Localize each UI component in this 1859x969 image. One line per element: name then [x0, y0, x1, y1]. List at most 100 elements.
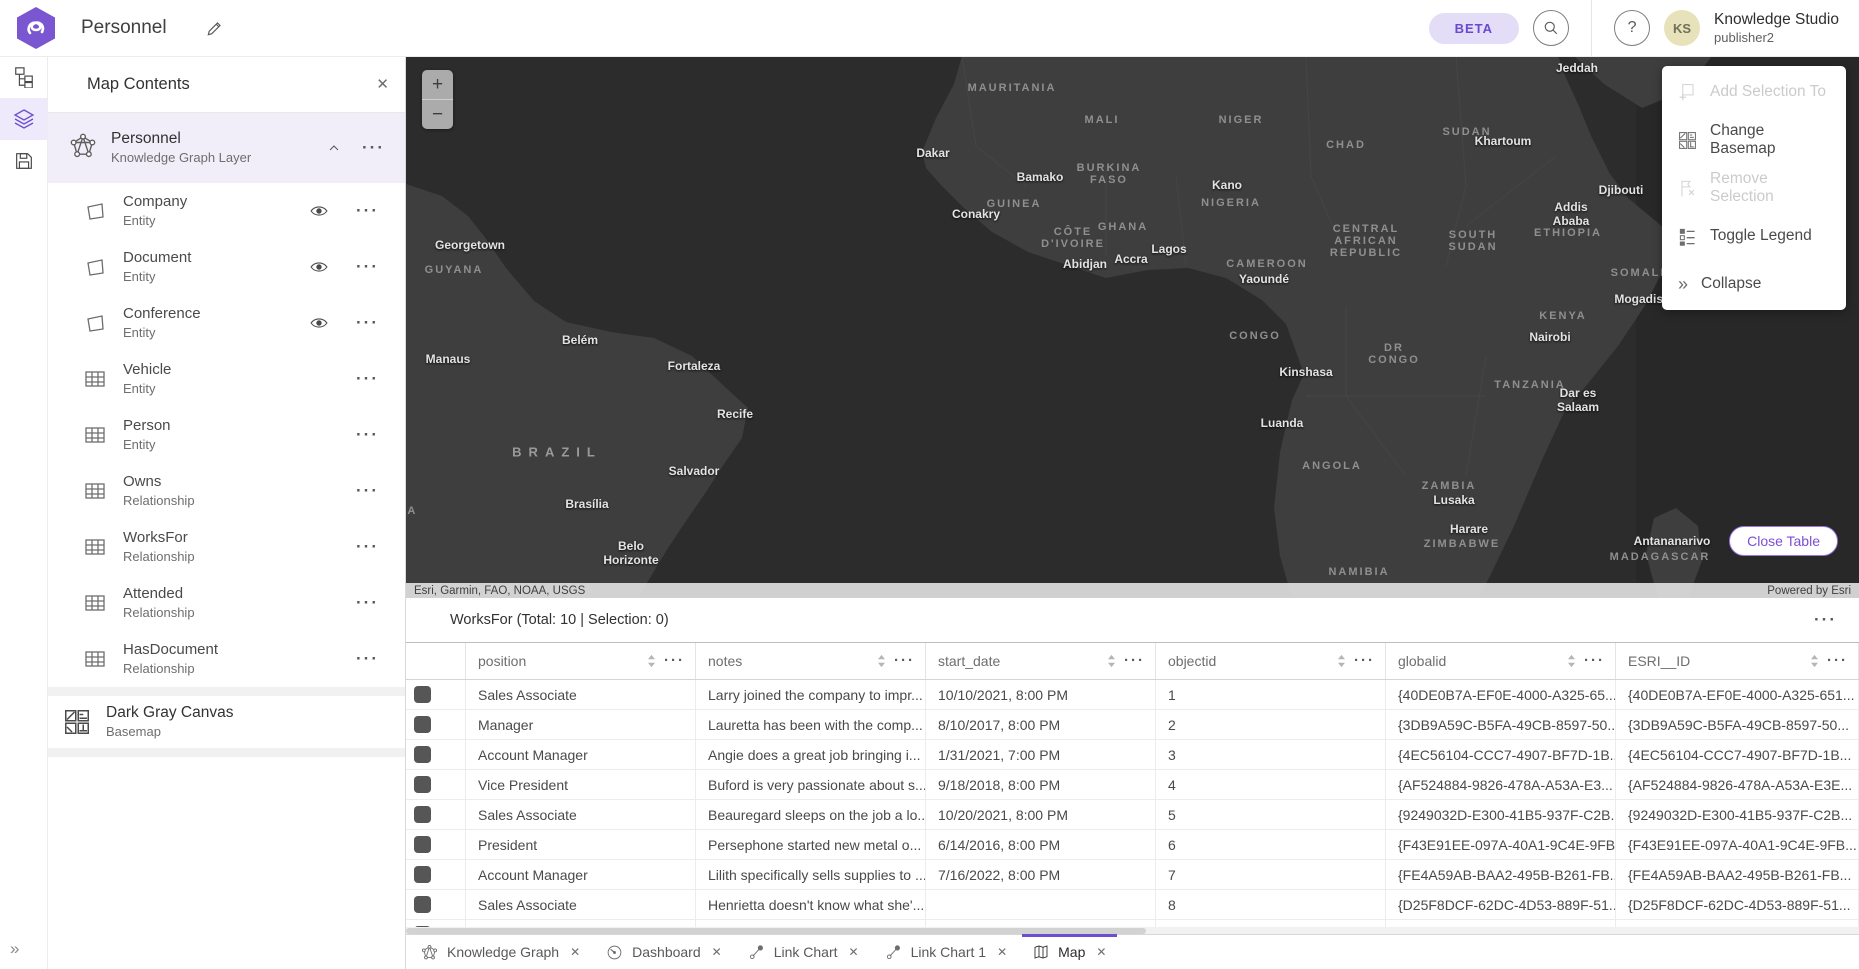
- layer-item-owns[interactable]: OwnsRelationship···: [47, 463, 405, 519]
- map-canvas[interactable]: MAURITANIAMALINIGERSUDANCHADBURKINA FASO…: [406, 56, 1859, 598]
- sort-icon[interactable]: [1107, 654, 1116, 668]
- item-options-button[interactable]: ···: [356, 598, 379, 608]
- item-options-button[interactable]: ···: [356, 262, 379, 272]
- column-tools: ···: [877, 654, 925, 668]
- tab-knowledge-graph[interactable]: Knowledge Graph✕: [408, 935, 593, 969]
- rail-item-hierarchy[interactable]: [0, 56, 47, 98]
- collapse-layer-chevron-icon[interactable]: [326, 140, 342, 156]
- row-checkbox[interactable]: [414, 776, 431, 793]
- app-logo-icon[interactable]: [17, 7, 55, 49]
- item-options-button[interactable]: ···: [356, 542, 379, 552]
- layer-item-worksfor[interactable]: WorksForRelationship···: [47, 519, 405, 575]
- close-tab-icon[interactable]: ✕: [997, 945, 1007, 959]
- layer-item-company[interactable]: CompanyEntity···: [47, 183, 405, 239]
- rail-item-layers[interactable]: [0, 98, 47, 140]
- row-checkbox[interactable]: [414, 866, 431, 883]
- sort-icon[interactable]: [1567, 654, 1576, 668]
- table-row[interactable]: Account ManagerAngie does a great job br…: [406, 740, 1859, 770]
- rail-expand-button[interactable]: »: [0, 935, 47, 963]
- layer-item-text: AttendedRelationship: [123, 584, 195, 622]
- column-options-button[interactable]: ···: [1827, 656, 1848, 666]
- item-options-button[interactable]: ···: [356, 654, 379, 664]
- close-panel-icon[interactable]: ✕: [376, 75, 389, 93]
- left-icon-rail: »: [0, 56, 48, 969]
- column-options-button[interactable]: ···: [664, 656, 685, 666]
- row-checkbox[interactable]: [414, 716, 431, 733]
- rail-item-save[interactable]: [0, 140, 47, 182]
- search-button[interactable]: [1533, 10, 1569, 46]
- zoom-out-button[interactable]: −: [422, 100, 453, 129]
- visibility-eye-icon[interactable]: [309, 201, 329, 221]
- column-options-button[interactable]: ···: [1124, 656, 1145, 666]
- table-row[interactable]: PresidentPersephone started new metal o.…: [406, 830, 1859, 860]
- column-header-ESRI__ID[interactable]: ESRI__ID···: [1616, 643, 1859, 679]
- layer-item-document[interactable]: DocumentEntity···: [47, 239, 405, 295]
- row-checkbox[interactable]: [414, 746, 431, 763]
- tab-link-chart[interactable]: Link Chart✕: [735, 935, 872, 969]
- item-options-button[interactable]: ···: [356, 374, 379, 384]
- close-tab-icon[interactable]: ✕: [570, 945, 580, 959]
- tab-dashboard[interactable]: Dashboard✕: [593, 935, 735, 969]
- user-avatar[interactable]: KS: [1664, 10, 1700, 46]
- column-options-button[interactable]: ···: [1584, 656, 1605, 666]
- column-options-button[interactable]: ···: [894, 656, 915, 666]
- close-tab-icon[interactable]: ✕: [712, 945, 722, 959]
- table-row[interactable]: Account ManagerLilith specifically sells…: [406, 860, 1859, 890]
- edit-title-button[interactable]: [205, 18, 225, 38]
- sort-icon[interactable]: [877, 654, 886, 668]
- close-tab-icon[interactable]: ✕: [1096, 945, 1106, 959]
- column-header-start_date[interactable]: start_date···: [926, 643, 1156, 679]
- menu-item-toggle-legend[interactable]: Toggle Legend: [1662, 212, 1846, 260]
- visibility-eye-icon[interactable]: [309, 257, 329, 277]
- item-options-button[interactable]: ···: [356, 430, 379, 440]
- app-name-label: Knowledge Studio: [1714, 10, 1839, 29]
- menu-item-change-basemap[interactable]: Change Basemap: [1662, 116, 1846, 164]
- column-header-globalid[interactable]: globalid···: [1386, 643, 1616, 679]
- layer-item-vehicle[interactable]: VehicleEntity···: [47, 351, 405, 407]
- layer-item-conference[interactable]: ConferenceEntity···: [47, 295, 405, 351]
- basemap-name: Dark Gray Canvas: [106, 703, 233, 723]
- table-options-button[interactable]: ···: [1814, 615, 1837, 625]
- knowledge-graph-layer-row[interactable]: Personnel Knowledge Graph Layer ···: [47, 113, 405, 183]
- row-select-cell: [406, 860, 466, 889]
- table-title: WorksFor (Total: 10 | Selection: 0): [450, 612, 669, 628]
- table-row[interactable]: Vice PresidentBuford is very passionate …: [406, 770, 1859, 800]
- table-row[interactable]: ManagerLauretta has been with the comp..…: [406, 710, 1859, 740]
- tab-link-chart-1[interactable]: Link Chart 1✕: [872, 935, 1021, 969]
- sort-icon[interactable]: [1810, 654, 1819, 668]
- layer-item-person[interactable]: PersonEntity···: [47, 407, 405, 463]
- column-options-button[interactable]: ···: [1354, 656, 1375, 666]
- close-table-button[interactable]: Close Table: [1729, 526, 1838, 556]
- close-tab-icon[interactable]: ✕: [849, 945, 859, 959]
- cell-objectid: 2: [1156, 710, 1386, 739]
- help-button[interactable]: ?: [1614, 10, 1650, 46]
- table-row[interactable]: Sales AssociateBeauregard sleeps on the …: [406, 800, 1859, 830]
- menu-item-label: Change Basemap: [1710, 122, 1830, 158]
- sort-icon[interactable]: [1337, 654, 1346, 668]
- row-checkbox[interactable]: [414, 836, 431, 853]
- row-checkbox[interactable]: [414, 686, 431, 703]
- menu-item-label: Add Selection To: [1710, 83, 1826, 101]
- visibility-eye-icon[interactable]: [309, 313, 329, 333]
- layer-type: Knowledge Graph Layer: [111, 150, 251, 167]
- tab-map[interactable]: Map✕: [1020, 935, 1119, 969]
- table-row[interactable]: Sales AssociateLarry joined the company …: [406, 680, 1859, 710]
- zoom-in-button[interactable]: +: [422, 70, 453, 100]
- basemap-row[interactable]: Dark Gray Canvas Basemap: [47, 696, 405, 748]
- column-header-notes[interactable]: notes···: [696, 643, 926, 679]
- user-info[interactable]: Knowledge Studio publisher2: [1714, 10, 1839, 46]
- row-checkbox[interactable]: [414, 896, 431, 913]
- table-row[interactable]: Sales AssociateHenrietta doesn't know wh…: [406, 890, 1859, 920]
- item-options-button[interactable]: ···: [356, 206, 379, 216]
- layer-item-hasdocument[interactable]: HasDocumentRelationship···: [47, 631, 405, 687]
- layer-options-button[interactable]: ···: [362, 143, 385, 153]
- sort-icon[interactable]: [647, 654, 656, 668]
- column-header-objectid[interactable]: objectid···: [1156, 643, 1386, 679]
- layer-item-attended[interactable]: AttendedRelationship ···: [47, 575, 405, 631]
- menu-item-collapse[interactable]: »Collapse: [1662, 260, 1846, 308]
- item-options-button[interactable]: ···: [356, 318, 379, 328]
- row-checkbox[interactable]: [414, 806, 431, 823]
- cell-ESRI__ID: {40DE0B7A-EF0E-4000-A325-651...: [1616, 680, 1859, 709]
- column-header-position[interactable]: position···: [466, 643, 696, 679]
- item-options-button[interactable]: ···: [356, 486, 379, 496]
